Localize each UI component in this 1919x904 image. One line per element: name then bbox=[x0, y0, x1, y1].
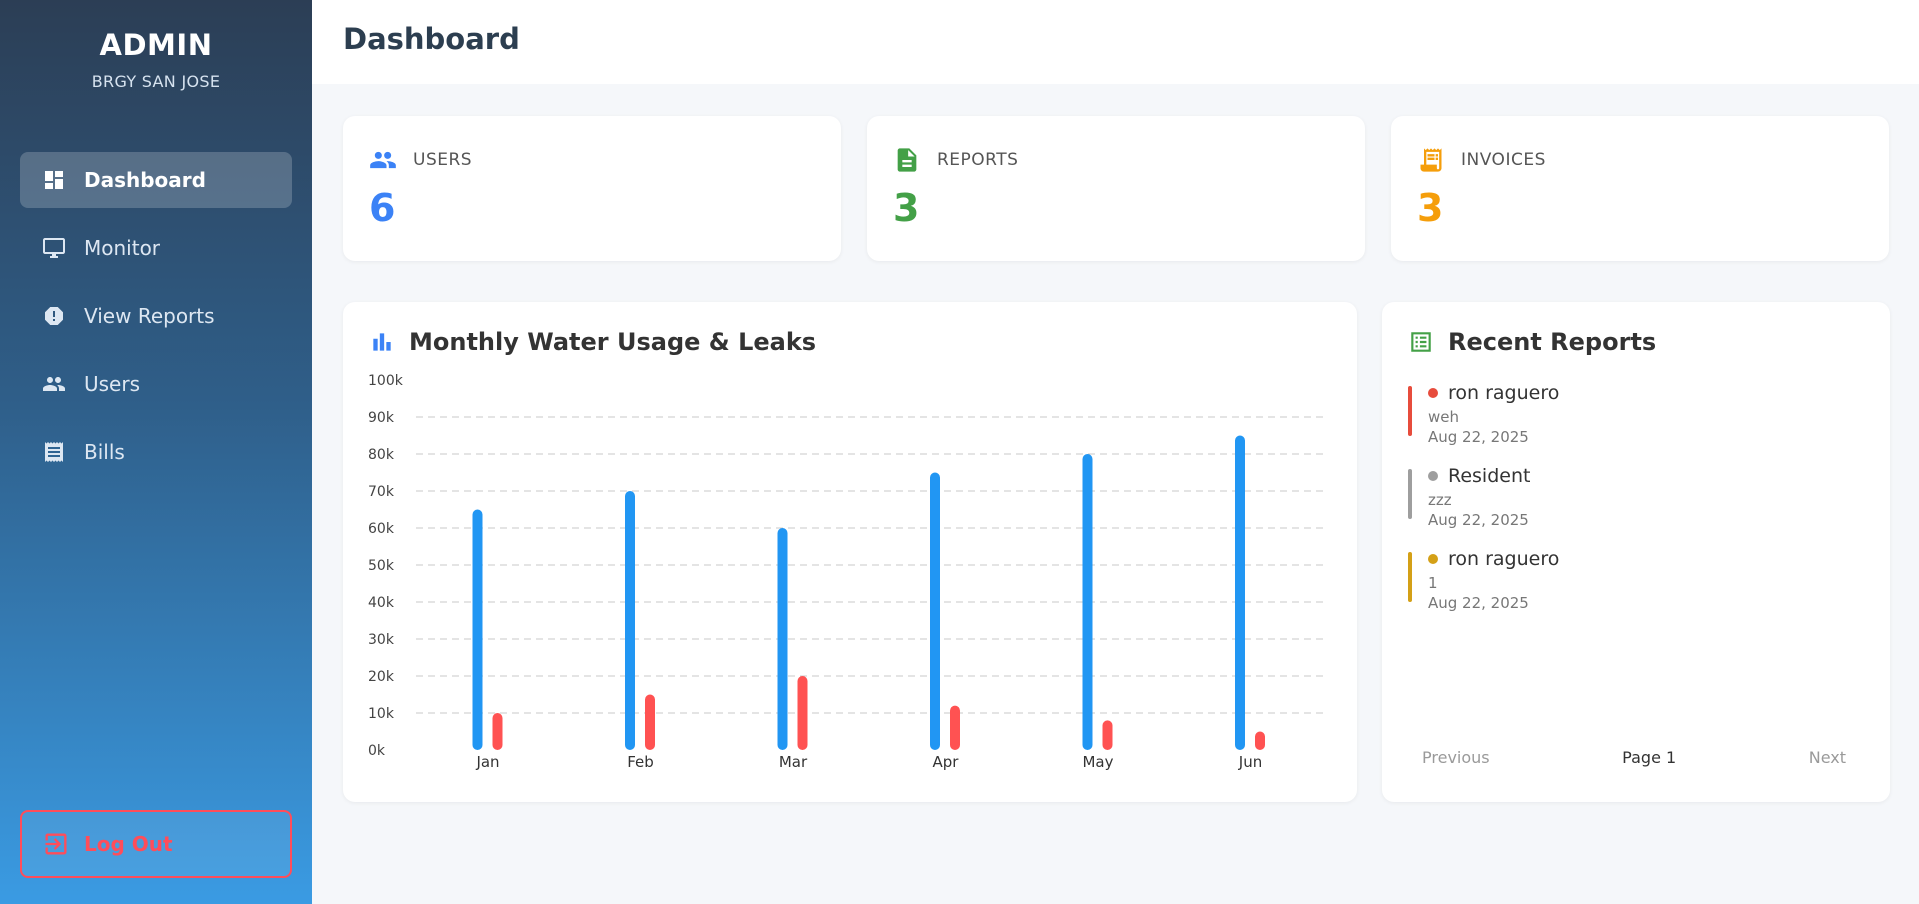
x-tick-label: May bbox=[1082, 753, 1113, 771]
report-date: Aug 22, 2025 bbox=[1428, 594, 1529, 612]
monitor-icon bbox=[42, 236, 66, 260]
reports-pagination: Previous Page 1 Next bbox=[1422, 748, 1846, 767]
bar-chart-icon bbox=[373, 333, 391, 351]
users-icon bbox=[370, 151, 396, 169]
bar-leaks bbox=[1102, 720, 1113, 750]
report-name: Resident bbox=[1448, 465, 1531, 487]
stat-card-reports: REPORTS 3 bbox=[867, 116, 1365, 261]
x-tick-label: Apr bbox=[933, 753, 960, 771]
sidebar-nav: Dashboard Monitor View Reports Users Bil… bbox=[20, 152, 292, 492]
sidebar-item-bills[interactable]: Bills bbox=[20, 424, 292, 480]
bar-leaks bbox=[950, 705, 960, 750]
y-tick-label: 90k bbox=[368, 410, 395, 426]
stat-value: 6 bbox=[369, 186, 396, 230]
alert-icon bbox=[42, 304, 66, 328]
report-accent-bar bbox=[1408, 386, 1412, 436]
logout-button[interactable]: Log Out bbox=[20, 810, 292, 878]
y-tick-label: 20k bbox=[368, 669, 395, 685]
sidebar-item-label: View Reports bbox=[84, 304, 215, 328]
sidebar: ADMIN BRGY SAN JOSE Dashboard Monitor Vi… bbox=[0, 0, 312, 904]
y-tick-label: 0k bbox=[368, 743, 386, 759]
bar-usage bbox=[625, 491, 635, 750]
sidebar-item-dashboard[interactable]: Dashboard bbox=[20, 152, 292, 208]
invoice-icon bbox=[1420, 148, 1442, 172]
y-tick-label: 40k bbox=[368, 595, 395, 611]
sidebar-item-label: Bills bbox=[84, 440, 125, 464]
report-name: ron raguero bbox=[1448, 382, 1560, 404]
stat-card-invoices: INVOICES 3 bbox=[1391, 116, 1889, 261]
y-tick-label: 70k bbox=[368, 484, 395, 500]
report-message: zzz bbox=[1428, 491, 1452, 509]
sidebar-item-users[interactable]: Users bbox=[20, 356, 292, 412]
y-tick-label: 50k bbox=[368, 558, 395, 574]
bar-usage bbox=[472, 509, 483, 750]
reports-title-text: Recent Reports bbox=[1448, 328, 1657, 356]
report-name: ron raguero bbox=[1448, 548, 1560, 570]
stat-value: 3 bbox=[893, 186, 920, 230]
sidebar-item-label: Monitor bbox=[84, 236, 161, 260]
bar-usage bbox=[1082, 454, 1093, 750]
y-tick-label: 10k bbox=[368, 706, 395, 722]
bar-usage bbox=[930, 472, 940, 750]
x-tick-label: Feb bbox=[627, 753, 654, 771]
bar-usage bbox=[777, 528, 788, 750]
next-button[interactable]: Next bbox=[1809, 748, 1846, 767]
report-accent-bar bbox=[1408, 469, 1412, 519]
sidebar-item-view-reports[interactable]: View Reports bbox=[20, 288, 292, 344]
x-tick-label: Jun bbox=[1238, 753, 1262, 771]
report-date: Aug 22, 2025 bbox=[1428, 511, 1529, 529]
sidebar-item-monitor[interactable]: Monitor bbox=[20, 220, 292, 276]
stat-label: INVOICES bbox=[1461, 150, 1546, 170]
y-tick-label: 60k bbox=[368, 521, 395, 537]
page-title: Dashboard bbox=[343, 22, 520, 56]
y-tick-label: 100k bbox=[368, 373, 404, 389]
report-date: Aug 22, 2025 bbox=[1428, 428, 1529, 446]
page-indicator: Page 1 bbox=[1622, 748, 1677, 767]
stat-value: 3 bbox=[1417, 186, 1444, 230]
bar-leaks bbox=[492, 713, 503, 750]
users-icon bbox=[42, 372, 66, 396]
stat-label: REPORTS bbox=[937, 150, 1019, 170]
status-dot bbox=[1428, 388, 1438, 398]
previous-button[interactable]: Previous bbox=[1422, 748, 1490, 767]
page-header: Dashboard bbox=[312, 0, 1919, 84]
brand: ADMIN BRGY SAN JOSE bbox=[0, 0, 312, 91]
logout-icon bbox=[45, 833, 67, 855]
usage-chart: 0k 10k 20k 30k 40k 50k 60k 70k 80k 90k 100k Jan Feb M… bbox=[368, 373, 1328, 771]
list-icon bbox=[1411, 332, 1431, 352]
y-tick-label: 30k bbox=[368, 632, 395, 648]
bar-leaks bbox=[645, 694, 655, 750]
sidebar-item-label: Dashboard bbox=[84, 168, 206, 192]
report-item[interactable]: ron raguero 1 Aug 22, 2025 bbox=[1408, 548, 1848, 612]
x-tick-label: Mar bbox=[779, 753, 808, 771]
dashboard-icon bbox=[42, 168, 66, 192]
document-icon bbox=[897, 148, 917, 172]
bar-leaks bbox=[1255, 731, 1265, 750]
logout-label: Log Out bbox=[84, 832, 173, 856]
report-accent-bar bbox=[1408, 552, 1412, 602]
chart-title: Monthly Water Usage & Leaks bbox=[369, 328, 816, 356]
chart-title-text: Monthly Water Usage & Leaks bbox=[409, 328, 817, 356]
stat-card-users: USERS 6 bbox=[343, 116, 841, 261]
report-item[interactable]: ron raguero weh Aug 22, 2025 bbox=[1408, 382, 1848, 446]
reports-title: Recent Reports bbox=[1408, 328, 1656, 356]
brand-subtitle: BRGY SAN JOSE bbox=[91, 72, 221, 91]
report-message: 1 bbox=[1428, 574, 1438, 592]
brand-title: ADMIN bbox=[99, 28, 213, 62]
report-message: weh bbox=[1428, 408, 1460, 426]
y-tick-label: 80k bbox=[368, 447, 395, 463]
report-item[interactable]: Resident zzz Aug 22, 2025 bbox=[1408, 465, 1848, 529]
sidebar-item-label: Users bbox=[84, 372, 141, 396]
stat-label: USERS bbox=[413, 150, 473, 170]
status-dot bbox=[1428, 554, 1438, 564]
bar-leaks bbox=[797, 676, 808, 750]
chart-card: 0k 10k 20k 30k 40k 50k 60k 70k 80k 90k 100k Jan Feb M… bbox=[343, 302, 1357, 802]
recent-reports-card: Recent Reports ron raguero weh Aug 22, 2… bbox=[1382, 302, 1890, 802]
bar-usage bbox=[1235, 435, 1245, 750]
x-tick-label: Jan bbox=[475, 753, 499, 771]
receipt-icon bbox=[42, 440, 66, 464]
status-dot bbox=[1428, 471, 1438, 481]
